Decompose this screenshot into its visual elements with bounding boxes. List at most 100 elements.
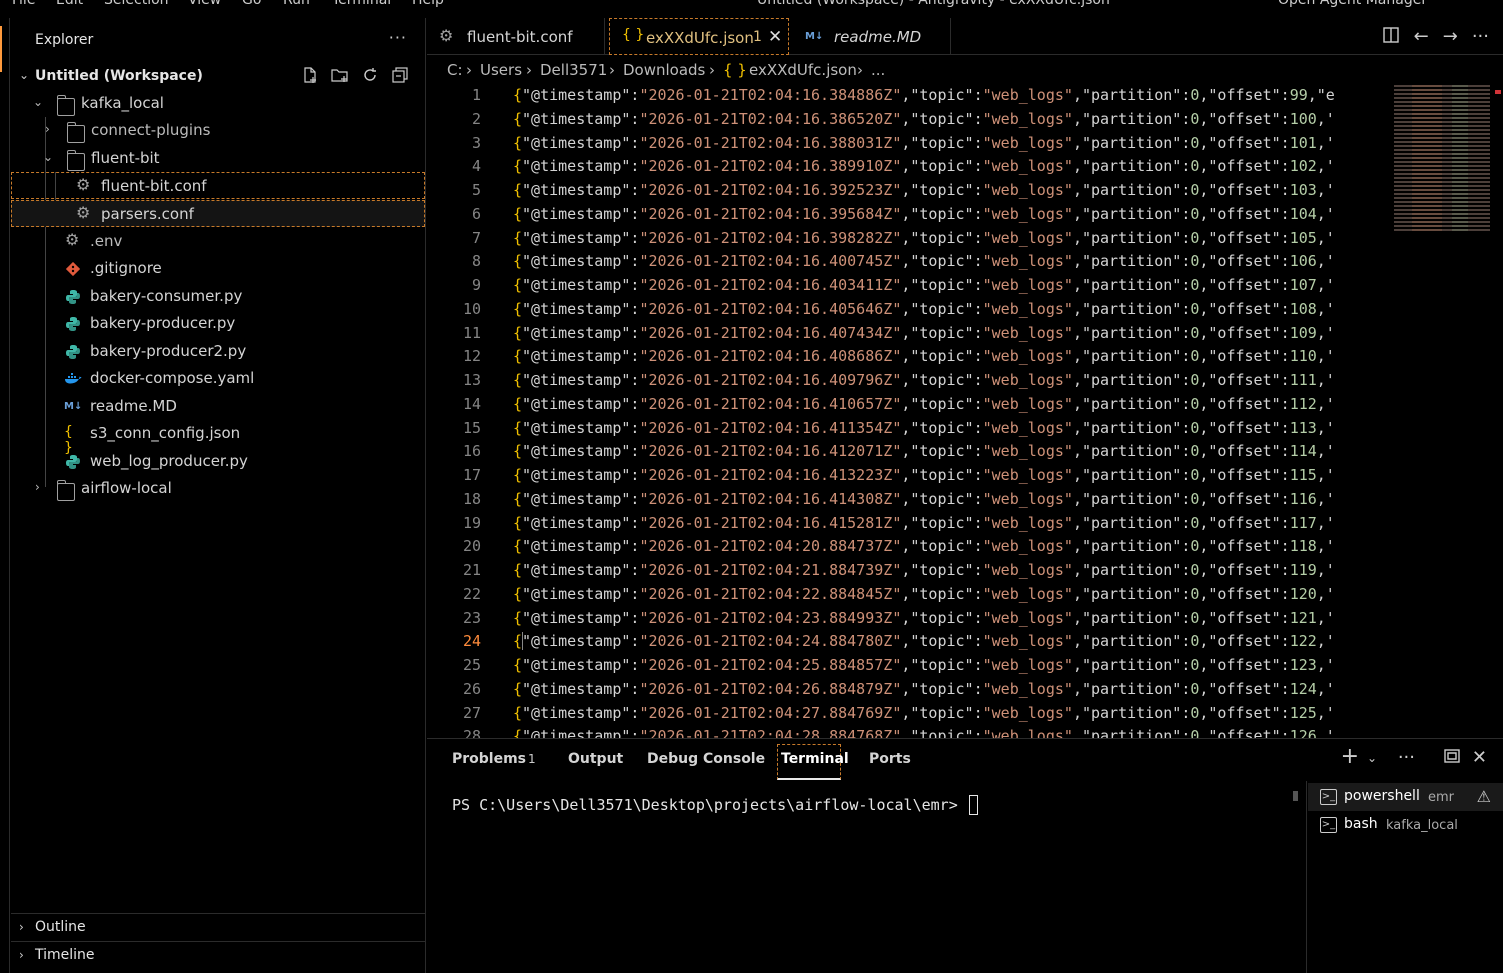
code-editor[interactable]: 1 {"@timestamp":"2026-01-21T02:04:16.3848…	[427, 84, 1503, 738]
code-line[interactable]: {"@timestamp": "2026-01-21T02:04:16.41528…	[513, 514, 1391, 532]
close-icon[interactable]: ✕	[1472, 747, 1487, 768]
code-token: "@timestamp"	[522, 110, 631, 128]
more-actions-icon[interactable]: ···	[1472, 26, 1489, 49]
arrow-right-icon[interactable]: →	[1443, 26, 1458, 49]
breadcrumb-item[interactable]: Users	[480, 61, 522, 79]
split-editor-icon[interactable]	[1382, 26, 1400, 49]
code-line[interactable]: {"@timestamp": "2026-01-21T02:04:27.88476…	[513, 704, 1391, 722]
tree-file-readme[interactable]: M↓ readme.MD	[11, 393, 425, 420]
timestamp-text: 2026-01-21T02:04:16.386520Z	[648, 110, 893, 128]
tree-file-docker-compose[interactable]: docker-compose.yaml	[11, 365, 425, 392]
maximize-panel-icon[interactable]	[1443, 747, 1461, 770]
open-agent-manager-button[interactable]: Open Agent Manager	[1278, 0, 1427, 8]
chevron-down-icon[interactable]: ⌄	[1367, 751, 1377, 765]
code-token: "@timestamp"	[522, 656, 631, 674]
terminal-item-bash[interactable]: >_ bash kafka_local	[1308, 811, 1503, 839]
breadcrumb-item[interactable]: C:	[447, 61, 463, 79]
breadcrumb-item[interactable]: Dell3571	[540, 61, 607, 79]
tab-exxxdufc-json[interactable]: { } exXXdUfc.json 1 ✕	[609, 18, 789, 55]
menu-view[interactable]: View	[188, 0, 221, 8]
tab-fluent-bit-conf[interactable]: ⚙ fluent-bit.conf	[427, 18, 605, 55]
code-line[interactable]: {"@timestamp": "2026-01-21T02:04:16.40564…	[513, 300, 1391, 318]
code-line[interactable]: {"@timestamp": "2026-01-21T02:04:16.38803…	[513, 134, 1391, 152]
timestamp-text: 2026-01-21T02:04:16.384886Z	[648, 86, 893, 104]
code-line[interactable]: {"@timestamp": "2026-01-21T02:04:16.41322…	[513, 466, 1391, 484]
code-line[interactable]: {"@timestamp": "2026-01-21T02:04:21.88473…	[513, 561, 1391, 579]
new-file-icon[interactable]	[301, 66, 319, 84]
breadcrumb-item[interactable]: exXXdUfc.json	[749, 61, 857, 79]
tree-folder-connect-plugins[interactable]: › connect-plugins	[11, 117, 425, 144]
menu-selection[interactable]: Selection	[104, 0, 169, 8]
new-terminal-icon[interactable]: +	[1341, 744, 1359, 769]
code-line[interactable]: {"@timestamp": "2026-01-21T02:04:16.41065…	[513, 395, 1391, 413]
timestamp-value: "2026-01-21T02:04:16.407434Z"	[639, 324, 902, 342]
more-actions-icon[interactable]: ···	[1398, 747, 1415, 768]
code-line[interactable]: {"@timestamp": "2026-01-21T02:04:16.40074…	[513, 252, 1391, 270]
breadcrumb-item[interactable]: ...	[871, 61, 885, 79]
code-line[interactable]: {"@timestamp": "2026-01-21T02:04:25.88485…	[513, 656, 1391, 674]
tree-file-fluent-bit-conf[interactable]: ⚙ fluent-bit.conf	[11, 172, 425, 199]
menu-terminal[interactable]: Terminal	[332, 0, 391, 8]
timeline-section[interactable]: › Timeline	[11, 941, 425, 969]
breadcrumb-item[interactable]: Downloads	[623, 61, 705, 79]
code-line[interactable]: {"@timestamp": "2026-01-21T02:04:28.88476…	[513, 727, 1391, 738]
arrow-left-icon[interactable]: ←	[1414, 26, 1429, 49]
menu-edit[interactable]: Edit	[56, 0, 83, 8]
editor-scrollbar[interactable]	[1491, 84, 1503, 738]
code-line[interactable]: {"@timestamp": "2026-01-21T02:04:20.88473…	[513, 537, 1391, 555]
outline-section[interactable]: › Outline	[11, 913, 425, 941]
tab-output[interactable]: Output	[568, 751, 623, 767]
code-line[interactable]: {"@timestamp": "2026-01-21T02:04:16.41135…	[513, 419, 1391, 437]
minimap[interactable]	[1392, 84, 1492, 232]
code-line[interactable]: {"@timestamp": "2026-01-21T02:04:16.39252…	[513, 181, 1391, 199]
code-token: "offset"	[1208, 276, 1281, 294]
collapse-all-icon[interactable]	[391, 66, 409, 84]
tree-file-parsers-conf[interactable]: ⚙ parsers.conf	[11, 200, 425, 227]
tree-folder-fluent-bit[interactable]: ⌄ fluent-bit	[11, 145, 425, 172]
tab-debug-console[interactable]: Debug Console	[647, 751, 765, 767]
tree-folder-airflow-local[interactable]: › airflow-local	[11, 475, 425, 502]
code-line[interactable]: {"@timestamp": "2026-01-21T02:04:22.88484…	[513, 585, 1391, 603]
terminal-view[interactable]: PS C:\Users\Dell3571\Desktop\projects\ai…	[427, 781, 1307, 973]
menu-go[interactable]: Go	[242, 0, 261, 8]
code-line[interactable]: {"@timestamp": "2026-01-21T02:04:24.88478…	[513, 632, 1391, 650]
code-line[interactable]: {"@timestamp": "2026-01-21T02:04:23.88499…	[513, 609, 1391, 627]
tree-file-bakery-producer2[interactable]: bakery-producer2.py	[11, 338, 425, 365]
workspace-root[interactable]: ⌄ Untitled (Workspace)	[11, 63, 425, 90]
code-line[interactable]: {"@timestamp": "2026-01-21T02:04:16.41430…	[513, 490, 1391, 508]
code-token: "partition"	[1081, 324, 1182, 342]
more-actions-icon[interactable]: ···	[389, 28, 407, 47]
tab-problems[interactable]: Problems	[452, 751, 526, 767]
code-line[interactable]: {"@timestamp": "2026-01-21T02:04:16.39568…	[513, 205, 1391, 223]
tree-file-bakery-producer[interactable]: bakery-producer.py	[11, 310, 425, 337]
code-line[interactable]: {"@timestamp": "2026-01-21T02:04:16.40979…	[513, 371, 1391, 389]
tree-file-env[interactable]: ⚙ .env	[11, 228, 425, 255]
terminal-item-powershell[interactable]: >_ powershell emr ⚠	[1308, 783, 1503, 811]
code-line[interactable]: {"@timestamp": "2026-01-21T02:04:16.40341…	[513, 276, 1391, 294]
code-line[interactable]: {"@timestamp": "2026-01-21T02:04:16.39828…	[513, 229, 1391, 247]
code-line[interactable]: {"@timestamp": "2026-01-21T02:04:26.88487…	[513, 680, 1391, 698]
menu-file[interactable]: File	[12, 0, 35, 8]
tree-folder-kafka-local[interactable]: ⌄ kafka_local	[11, 90, 425, 117]
code-line[interactable]: {"@timestamp": "2026-01-21T02:04:16.38652…	[513, 110, 1391, 128]
menu-run[interactable]: Run	[283, 0, 310, 8]
tree-file-web-log-producer[interactable]: web_log_producer.py	[11, 448, 425, 475]
code-line[interactable]: {"@timestamp": "2026-01-21T02:04:16.41207…	[513, 442, 1391, 460]
tab-readme-md[interactable]: M↓ readme.MD	[793, 18, 951, 55]
code-line[interactable]: {"@timestamp": "2026-01-21T02:04:16.38488…	[513, 86, 1391, 104]
tab-ports[interactable]: Ports	[869, 751, 911, 767]
new-folder-icon[interactable]	[331, 66, 349, 84]
close-icon[interactable]: ✕	[768, 27, 782, 47]
code-line[interactable]: {"@timestamp": "2026-01-21T02:04:16.40743…	[513, 324, 1391, 342]
refresh-icon[interactable]	[361, 66, 379, 84]
menu-help[interactable]: Help	[412, 0, 444, 8]
chevron-right-icon: ›	[19, 920, 24, 934]
tab-terminal[interactable]: Terminal	[781, 751, 849, 767]
code-line[interactable]: {"@timestamp": "2026-01-21T02:04:16.40868…	[513, 347, 1391, 365]
code-line[interactable]: {"@timestamp": "2026-01-21T02:04:16.38991…	[513, 157, 1391, 175]
code-token: "partition"	[1081, 157, 1182, 175]
terminal-scrollbar[interactable]	[1293, 791, 1298, 801]
tree-file-gitignore[interactable]: .gitignore	[11, 255, 425, 282]
tree-file-s3-conn-config[interactable]: { } s3_conn_config.json	[11, 420, 425, 456]
tree-file-bakery-consumer[interactable]: bakery-consumer.py	[11, 283, 425, 310]
